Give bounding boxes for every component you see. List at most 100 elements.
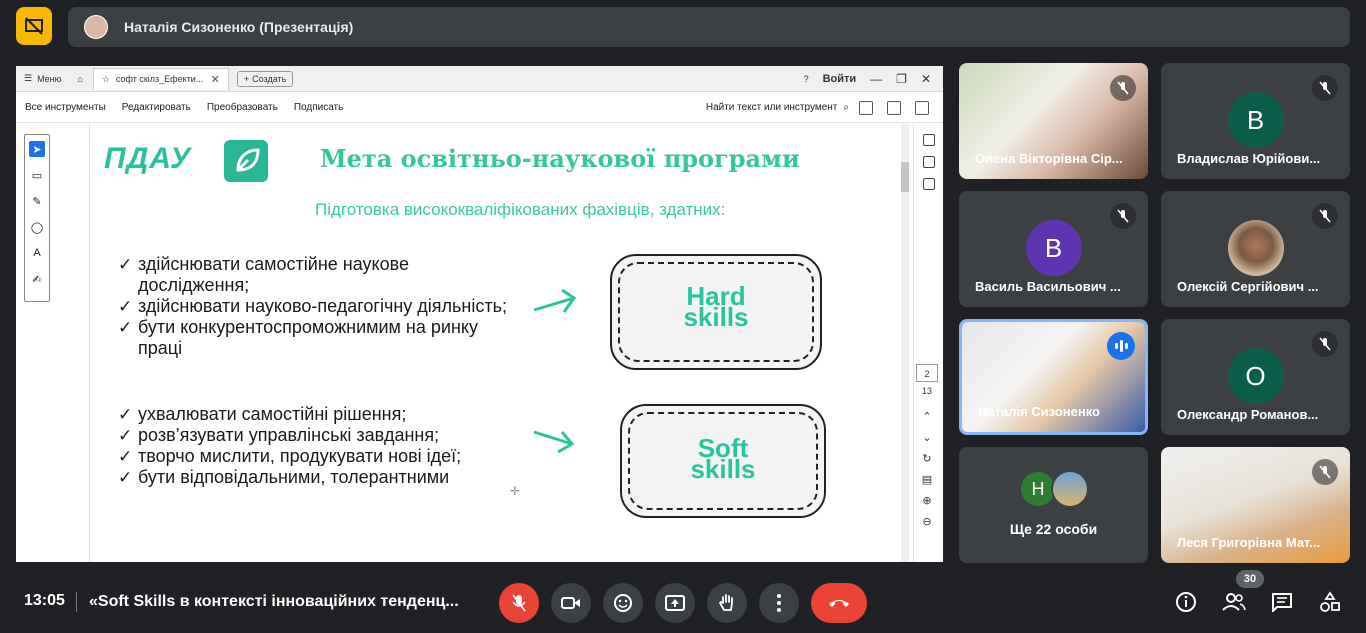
camera-toggle-button[interactable] bbox=[551, 583, 591, 623]
people-button[interactable] bbox=[1222, 590, 1246, 614]
tool-all[interactable]: Все инструменты bbox=[25, 102, 106, 113]
zoom-in-icon[interactable]: ⊕ bbox=[922, 494, 931, 507]
participant-tile[interactable]: Олексій Сергійович ... bbox=[1161, 191, 1350, 307]
activities-button[interactable] bbox=[1318, 590, 1342, 614]
meet-window: Наталія Сизоненко (Презентація) ☰ Меню ⌂… bbox=[0, 0, 1366, 633]
list-item: ухвалювати самостійні рішення; bbox=[118, 404, 498, 425]
present-icon bbox=[665, 595, 685, 611]
participants-count-badge: 30 bbox=[1236, 570, 1264, 588]
tool-convert[interactable]: Преобразовать bbox=[207, 102, 278, 113]
slide-subtitle: Підготовка висококваліфікованих фахівців… bbox=[315, 200, 726, 219]
hard-label-2: skills bbox=[683, 302, 749, 332]
mic-off-icon bbox=[1110, 75, 1136, 101]
home-icon[interactable]: ⌂ bbox=[77, 74, 82, 84]
participant-tile[interactable]: В Владислав Юрійови... bbox=[1161, 63, 1350, 179]
list-item: здійснювати науково-педагогічну діяльніс… bbox=[118, 296, 518, 317]
refresh-icon[interactable]: ↻ bbox=[922, 452, 931, 465]
vertical-scrollbar[interactable] bbox=[901, 124, 909, 562]
create-button[interactable]: + Создать bbox=[236, 70, 294, 87]
close-tab-icon[interactable]: ✕ bbox=[211, 73, 220, 86]
participant-tile[interactable]: Леся Григорівна Мат... bbox=[1161, 447, 1350, 563]
find-tool[interactable]: Найти текст или инструмент ⌕ bbox=[706, 102, 849, 113]
participant-name: Леся Григорівна Мат... bbox=[1177, 535, 1321, 550]
thumbnails-icon[interactable] bbox=[922, 178, 935, 190]
chevron-up-icon[interactable]: ⌃ bbox=[922, 410, 931, 423]
presenter-bar: Наталія Сизоненко (Презентація) bbox=[68, 7, 1350, 47]
presenter-name: Наталія Сизоненко (Презентація) bbox=[124, 19, 354, 35]
mic-off-icon bbox=[1110, 203, 1136, 229]
participant-name: Олександр Романов... bbox=[1177, 407, 1319, 422]
no-present-icon bbox=[25, 17, 43, 35]
comments-icon[interactable] bbox=[922, 134, 935, 146]
lasso-icon[interactable]: ◯ bbox=[29, 219, 45, 235]
arrow-icon bbox=[533, 288, 577, 313]
soft-skills-list: ухвалювати самостійні рішення; розв’язув… bbox=[118, 404, 498, 488]
chat-button[interactable] bbox=[1270, 590, 1294, 614]
create-label: Создать bbox=[252, 73, 287, 84]
list-item: бути конкурентоспроможнимим на ринку пра… bbox=[118, 317, 518, 359]
annotation-toolbar: ➤ ▭ ✎ ◯ A ✍ bbox=[24, 134, 50, 302]
others-label: Ще 22 особи bbox=[1009, 521, 1098, 537]
emoji-icon bbox=[614, 594, 632, 612]
close-window-icon[interactable]: ✕ bbox=[921, 72, 931, 86]
presentation-stop-button[interactable] bbox=[16, 7, 52, 45]
avatar bbox=[1227, 220, 1284, 276]
participant-tile[interactable]: В Василь Васильович ... bbox=[959, 191, 1148, 307]
list-item: розв’язувати управлінські завдання; bbox=[118, 425, 498, 446]
mic-toggle-button[interactable] bbox=[499, 583, 539, 623]
signature-icon[interactable]: ✍ bbox=[29, 271, 45, 287]
mic-off-icon bbox=[1312, 331, 1338, 357]
page-indicator: 2 13 bbox=[916, 364, 938, 396]
meeting-info-button[interactable] bbox=[1174, 590, 1198, 614]
mic-off-icon bbox=[1312, 203, 1338, 229]
pen-icon[interactable]: ✎ bbox=[29, 193, 45, 209]
leave-call-button[interactable] bbox=[811, 583, 867, 623]
mic-off-icon bbox=[1312, 75, 1338, 101]
zoom-out-icon[interactable]: ⊖ bbox=[922, 515, 931, 528]
login-button[interactable]: Войти bbox=[823, 73, 857, 85]
camera-icon bbox=[561, 597, 580, 609]
present-screen-button[interactable] bbox=[655, 583, 695, 623]
avatar: В bbox=[1025, 220, 1082, 276]
restore-icon[interactable]: ❐ bbox=[896, 72, 907, 86]
mic-off-icon bbox=[1312, 459, 1338, 485]
participant-tile[interactable]: О Олександр Романов... bbox=[1161, 319, 1350, 435]
document-tab[interactable]: ☆ софт скілз_Ефекти... ✕ bbox=[92, 67, 229, 90]
soft-label-2: skills bbox=[690, 454, 756, 484]
avatar: О bbox=[1227, 348, 1284, 404]
select-cursor-icon[interactable]: ➤ bbox=[29, 141, 45, 157]
mail-icon[interactable] bbox=[915, 100, 929, 115]
list-item: бути відповідальними, толерантними bbox=[118, 467, 498, 488]
scroll-thumb[interactable] bbox=[901, 162, 909, 192]
participant-name: Василь Васильович ... bbox=[975, 279, 1121, 294]
participant-name: Олексій Сергійович ... bbox=[1177, 279, 1319, 294]
text-select-icon[interactable]: A bbox=[29, 245, 45, 261]
minimize-icon[interactable]: — bbox=[870, 72, 882, 86]
viewer-titlebar: ☰ Меню ⌂ ☆ софт скілз_Ефекти... ✕ + Созд… bbox=[16, 66, 943, 92]
reactions-button[interactable] bbox=[603, 583, 643, 623]
hard-skills-cloud: Hard skills bbox=[610, 254, 822, 370]
page-current[interactable]: 2 bbox=[916, 364, 938, 382]
more-vert-icon bbox=[777, 594, 781, 612]
participant-tile-active[interactable]: Наталія Сизоненко bbox=[959, 319, 1148, 435]
save-icon[interactable] bbox=[859, 100, 873, 115]
raise-hand-button[interactable] bbox=[707, 583, 747, 623]
viewer-menu-button[interactable]: ☰ Меню bbox=[24, 73, 61, 84]
more-options-button[interactable] bbox=[759, 583, 799, 623]
tool-edit[interactable]: Редактировать bbox=[122, 102, 191, 113]
tool-sign[interactable]: Подписать bbox=[294, 102, 344, 113]
info-icon bbox=[1176, 592, 1196, 612]
print-icon[interactable] bbox=[887, 100, 901, 115]
help-icon[interactable]: ? bbox=[804, 74, 809, 84]
clock: 13:05 bbox=[24, 592, 65, 609]
divider bbox=[76, 592, 77, 612]
chevron-down-icon[interactable]: ⌄ bbox=[922, 431, 931, 444]
comment-icon[interactable]: ▭ bbox=[29, 167, 45, 183]
participant-tile[interactable]: Олена Вікторівна Сір... bbox=[959, 63, 1148, 179]
others-tile[interactable]: Н Ще 22 особи bbox=[959, 447, 1148, 563]
hard-skills-list: здійснювати самостійне наукове досліджен… bbox=[118, 254, 518, 359]
soft-skills-cloud: Soft skills bbox=[620, 404, 826, 518]
file-icon[interactable]: ▤ bbox=[922, 473, 932, 486]
bookmark-icon[interactable] bbox=[922, 156, 935, 168]
hangup-icon bbox=[829, 600, 849, 607]
